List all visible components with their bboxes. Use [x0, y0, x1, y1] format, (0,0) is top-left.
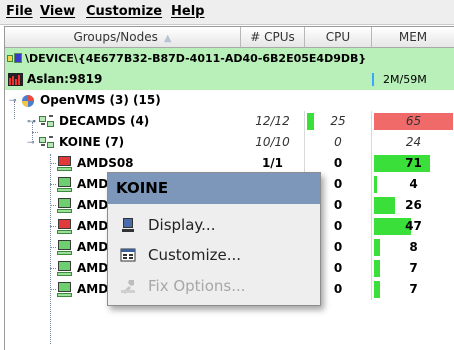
- column-header-groups-label: Groups/Nodes: [73, 30, 158, 44]
- sort-ascending-icon: ▲: [163, 33, 172, 44]
- mem-bar: [374, 239, 380, 256]
- cpu-value: 0: [333, 177, 343, 191]
- node-computer-icon: [57, 240, 72, 255]
- row-cpu: 0: [305, 153, 372, 174]
- row-mem: 4: [372, 174, 454, 195]
- node-computer-icon: [57, 261, 72, 276]
- context-menu-customize[interactable]: Customize...: [108, 240, 320, 270]
- mem-bar: [374, 281, 380, 298]
- row-mem: 7: [372, 279, 454, 300]
- cpu-value: 0: [333, 219, 343, 233]
- row-mem: 65: [372, 111, 454, 132]
- row-mem: 71: [372, 153, 454, 174]
- column-header-cpus[interactable]: # CPUs: [241, 27, 305, 48]
- openvms-icon: [22, 95, 34, 107]
- monitor-icon: [122, 218, 134, 232]
- group-label: OpenVMS (3) (15): [40, 93, 161, 107]
- mem-value: 8: [409, 240, 418, 254]
- cpu-value: 0: [333, 261, 343, 275]
- mem-value: 65: [405, 114, 422, 128]
- node-computer-icon: [57, 198, 72, 213]
- row-name: KOINE (7): [59, 135, 125, 149]
- cpu-value: 0: [333, 156, 343, 170]
- fix-options-icon: [121, 280, 135, 294]
- menu-view[interactable]: View: [40, 4, 75, 19]
- device-label: \DEVICE\{4E677B32-B87D-4011-AD40-6B2E05E…: [25, 52, 367, 65]
- row-name: AMDS08: [77, 156, 134, 170]
- customize-icon: [120, 248, 136, 262]
- row-cpu: 25: [305, 111, 372, 132]
- row-mem: 24: [372, 132, 454, 153]
- cluster-icon: [39, 136, 54, 148]
- cpu-bar: [307, 113, 314, 130]
- host-row[interactable]: Aslan:9819 2M/59M: [5, 69, 454, 90]
- context-menu-title: KOINE: [108, 173, 320, 204]
- group-row[interactable]: ⊸ OpenVMS (3) (15): [5, 90, 454, 111]
- mem-value: 47: [405, 219, 422, 233]
- mem-bar: [374, 260, 380, 277]
- menu-bar: File View Customize Help: [0, 0, 454, 25]
- menu-file[interactable]: File: [6, 4, 33, 19]
- row-mem: 26: [372, 195, 454, 216]
- cpu-value: 0: [333, 282, 343, 296]
- mem-bar: [374, 197, 395, 214]
- column-header-mem[interactable]: MEM: [372, 27, 454, 48]
- table-row[interactable]: ⊸ KOINE (7) 10/10 0 24: [5, 132, 454, 153]
- host-mem-value: 2M/59M: [383, 73, 427, 86]
- node-computer-icon: [57, 219, 72, 234]
- node-computer-icon: [57, 282, 72, 297]
- row-cpus: 12/12: [241, 111, 305, 132]
- menu-help[interactable]: Help: [171, 4, 204, 19]
- context-menu-fix-options-label: Fix Options...: [148, 277, 246, 295]
- row-mem: 47: [372, 216, 454, 237]
- node-computer-icon: [57, 156, 72, 171]
- mem-value: 24: [405, 135, 422, 149]
- device-network-icon: [7, 53, 22, 63]
- mem-value: 71: [405, 156, 422, 170]
- context-menu-display-label: Display...: [148, 216, 216, 234]
- menu-customize[interactable]: Customize: [86, 4, 162, 19]
- node-computer-icon: [57, 177, 72, 192]
- context-menu: KOINE Display... Customize... Fix Option…: [107, 172, 321, 306]
- cluster-icon: [39, 115, 54, 127]
- collapse-icon[interactable]: ⊸: [27, 138, 35, 148]
- expand-icon[interactable]: ⊶: [27, 117, 36, 127]
- mem-value: 7: [409, 261, 418, 275]
- mem-value: 4: [409, 177, 418, 191]
- column-header-cpu[interactable]: CPU: [305, 27, 372, 48]
- cpu-value: 0: [333, 198, 343, 212]
- cpu-value: 0: [333, 240, 343, 254]
- row-cpus: 1/1: [241, 153, 305, 174]
- mem-bar: [374, 176, 377, 193]
- host-label: Aslan:9819: [27, 72, 103, 86]
- row-cpu: 0: [305, 132, 372, 153]
- mem-value: 26: [405, 198, 422, 212]
- context-menu-fix-options[interactable]: Fix Options...: [108, 271, 320, 301]
- table-row[interactable]: ⊶ DECAMDS (4) 12/12 25 65: [5, 111, 454, 132]
- host-mem-bar: [372, 73, 374, 86]
- mem-value: 7: [409, 282, 418, 296]
- cpu-value: 25: [330, 114, 346, 128]
- row-mem: 7: [372, 258, 454, 279]
- cpu-value: 0: [334, 135, 342, 149]
- device-row[interactable]: \DEVICE\{4E677B32-B87D-4011-AD40-6B2E05E…: [5, 48, 454, 69]
- row-name: DECAMDS (4): [59, 114, 150, 128]
- row-cpus: 10/10: [241, 132, 305, 153]
- table-row[interactable]: AMDS08 1/1 0 71: [5, 153, 454, 174]
- column-header-groups[interactable]: Groups/Nodes ▲: [5, 27, 241, 48]
- context-menu-customize-label: Customize...: [148, 246, 242, 264]
- row-mem: 8: [372, 237, 454, 258]
- collapse-icon[interactable]: ⊸: [9, 96, 17, 106]
- context-menu-display[interactable]: Display...: [108, 210, 320, 240]
- host-icon: [8, 73, 23, 86]
